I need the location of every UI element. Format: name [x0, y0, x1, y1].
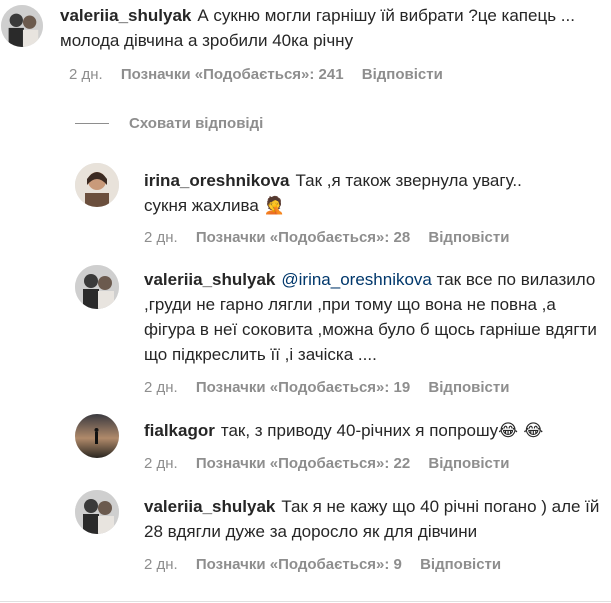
comment-time[interactable]: 2 дн.: [69, 66, 103, 83]
avatar[interactable]: [1, 5, 43, 47]
reply-button[interactable]: Відповісти: [420, 556, 501, 573]
reply-meta: 2 дн. Позначки «Подобається»: 19 Відпові…: [144, 379, 523, 396]
avatar[interactable]: [75, 265, 119, 309]
comment-username[interactable]: valeriia_shulyak: [60, 6, 191, 25]
likes-count[interactable]: Позначки «Подобається»: 19: [196, 379, 410, 396]
comment-body: valeriia_shulyak А сукню могли гарнішу їй…: [60, 3, 600, 53]
hide-replies-button[interactable]: Сховати відповіді: [75, 113, 263, 133]
reply-body: valeriia_shulyak @irina_oreshnikova так в…: [144, 267, 602, 367]
likes-count[interactable]: Позначки «Подобається»: 22: [196, 455, 410, 472]
reply-button[interactable]: Відповісти: [362, 66, 443, 83]
likes-count[interactable]: Позначки «Подобається»: 241: [121, 66, 344, 83]
reply-time[interactable]: 2 дн.: [144, 455, 178, 472]
reply-time[interactable]: 2 дн.: [144, 556, 178, 573]
reply-meta: 2 дн. Позначки «Подобається»: 22 Відпові…: [144, 455, 523, 472]
facepalm-emoji: 🤦: [263, 196, 285, 216]
divider: [0, 601, 611, 602]
reply-text: так, з приводу 40-річних я попрошу: [220, 421, 499, 440]
reply-button[interactable]: Відповісти: [428, 379, 509, 396]
reply-meta: 2 дн. Позначки «Подобається»: 9 Відповіс…: [144, 556, 515, 573]
avatar[interactable]: [75, 490, 119, 534]
divider: [75, 122, 109, 124]
laughing-emoji: 😂 😂: [498, 421, 544, 441]
likes-count[interactable]: Позначки «Подобається»: 28: [196, 229, 410, 246]
reply-button[interactable]: Відповісти: [428, 229, 509, 246]
reply-button[interactable]: Відповісти: [428, 455, 509, 472]
reply-username[interactable]: irina_oreshnikova: [144, 171, 290, 190]
reply-username[interactable]: valeriia_shulyak: [144, 270, 275, 289]
reply-username[interactable]: fialkagor: [144, 421, 215, 440]
avatar[interactable]: [75, 163, 119, 207]
likes-count[interactable]: Позначки «Подобається»: 9: [196, 556, 402, 573]
comment-meta: 2 дн. Позначки «Подобається»: 241 Відпов…: [69, 66, 457, 83]
hide-replies-label: Сховати відповіді: [129, 114, 264, 132]
reply-body: valeriia_shulyak Так я не кажу що 40 річн…: [144, 494, 608, 544]
reply-meta: 2 дн. Позначки «Подобається»: 28 Відпові…: [144, 229, 523, 246]
reply-username[interactable]: valeriia_shulyak: [144, 497, 275, 516]
reply-time[interactable]: 2 дн.: [144, 229, 178, 246]
mention-link[interactable]: @irina_oreshnikova: [281, 270, 432, 289]
reply-time[interactable]: 2 дн.: [144, 379, 178, 396]
reply-body: fialkagor так, з приводу 40-річних я попр…: [144, 418, 609, 444]
avatar[interactable]: [75, 414, 119, 458]
reply-body: irina_oreshnikova Так ,я також звернула у…: [144, 168, 564, 219]
